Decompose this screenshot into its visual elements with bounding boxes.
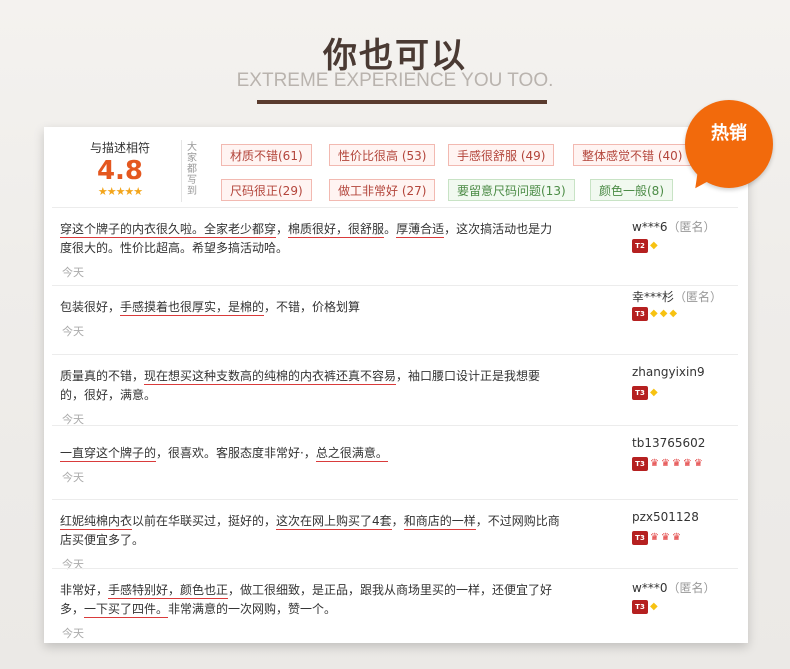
reviewer-username: 幸***杉 — [632, 290, 675, 304]
review-segment: 非常好， — [60, 583, 109, 597]
diamond-icon: ◆ — [650, 387, 658, 398]
level-badge-icon: T3 — [632, 457, 648, 471]
rating-label: 与描述相符 — [89, 141, 150, 155]
review-text: 包装很好，手感摸着也很厚实，是棉的，不错，价格划算 — [60, 298, 560, 317]
reviewer-level: T3 ◆ — [632, 385, 658, 401]
diamond-icon: ◆ — [650, 308, 658, 319]
reviewer-level: T3 ♛ ♛ ♛ ♛ ♛ — [632, 456, 703, 472]
review-text: 红妮纯棉内衣以前在华联买过，挺好的，这次在网上购买了4套，和商店的一样，不过网购… — [60, 512, 560, 550]
reviewer-name: tb13765602 — [632, 436, 705, 450]
level-badge-icon: T3 — [632, 531, 648, 545]
tag-item[interactable]: 尺码很正(29) — [221, 179, 312, 201]
review-text: 质量真的不错，现在想买这种支数高的纯棉的内衣裤还真不容易，袖口腰口设计正是我想要… — [60, 367, 560, 405]
reviewer-name: w***6（匿名） — [632, 218, 715, 235]
review-text: 非常好，手感特别好，颜色也正，做工很细致，是正品，跟我从商场里买的一样，还便宜了… — [60, 581, 560, 619]
review-text: 穿这个牌子的内衣很久啦。全家老少都穿，棉质很好，很舒服。厚薄合适，这次搞活动也是… — [60, 220, 560, 258]
anonymous-label: （匿名） — [667, 581, 716, 595]
crown-icon: ♛ — [682, 458, 692, 469]
review-segment: ，很喜欢。客服态度非常好·， — [156, 446, 316, 460]
reviewer-username: zhangyixin9 — [632, 365, 705, 379]
crown-icon: ♛ — [671, 458, 681, 469]
review-row: 一直穿这个牌子的，很喜欢。客服态度非常好·，总之很满意。今天 tb13765602… — [52, 425, 738, 500]
review-segment: 以前在华联买过，挺好的， — [132, 514, 277, 528]
review-highlight: 现在想买这种支数高的纯棉的内衣裤还真不容易 — [144, 369, 397, 385]
level-badge-icon: T3 — [632, 307, 648, 321]
reviewer-name: w***0（匿名） — [632, 579, 715, 596]
page-subtitle: EXTREME EXPERIENCE YOU TOO. — [236, 70, 554, 91]
review-highlight: 棉质很好，很舒服 — [288, 222, 385, 238]
tag-item[interactable]: 材质不错(61) — [221, 144, 312, 166]
crown-icon: ♛ — [650, 532, 659, 543]
level-badge-icon: T2 — [632, 239, 648, 253]
review-segment: 包装很好， — [60, 300, 121, 314]
tags-heading: 大家都写到 — [187, 142, 197, 197]
diamond-icon: ◆ — [669, 308, 678, 319]
crown-icon: ♛ — [693, 458, 703, 469]
review-segment: ， — [276, 222, 289, 236]
review-segment: ，不错，价格划算 — [264, 300, 361, 314]
reviewer-level: T3 ◆ ◆ ◆ — [632, 306, 677, 322]
review-highlight: 这次在网上购买了4套 — [276, 514, 392, 530]
reviewer-username: w***0 — [632, 581, 668, 595]
level-badge-icon: T3 — [632, 600, 648, 614]
crown-icon: ♛ — [650, 458, 659, 469]
reviewer-name: pzx501128 — [632, 510, 699, 524]
review-segment: 。 — [384, 222, 397, 236]
review-segment: 质量真的不错， — [60, 369, 145, 383]
level-badge-icon: T3 — [632, 386, 648, 400]
review-highlight: 全家老少都穿 — [204, 222, 277, 238]
review-date: 今天 — [62, 266, 84, 279]
review-highlight: 总之很满意。 — [315, 446, 388, 462]
review-segment: 非常满意的一次网购，赞一个。 — [168, 602, 337, 616]
reviewer-level: T2 ◆ — [632, 238, 658, 254]
review-highlight: 厚薄合适 — [396, 222, 445, 238]
review-highlight: 一直穿这个牌子的 — [60, 446, 157, 462]
review-row: 红妮纯棉内衣以前在华联买过，挺好的，这次在网上购买了4套，和商店的一样，不过网购… — [52, 499, 738, 571]
tag-item[interactable]: 性价比很高 (53) — [329, 144, 436, 166]
tags-divider — [181, 140, 182, 202]
reviewer-username: pzx501128 — [632, 510, 699, 524]
anonymous-label: （匿名） — [674, 290, 723, 304]
review-highlight: 手感特别好，颜色也正 — [108, 583, 229, 599]
tag-item[interactable]: 手感很舒服 (49) — [448, 144, 555, 166]
review-date: 今天 — [62, 471, 84, 484]
title-underline — [257, 100, 547, 104]
tag-item[interactable]: 整体感觉不错 (40) — [573, 144, 692, 166]
review-date: 今天 — [62, 325, 84, 338]
rating-score: 4.8 — [96, 156, 144, 186]
reviewer-name: 幸***杉（匿名） — [632, 288, 722, 305]
diamond-icon: ◆ — [650, 601, 658, 612]
rating-summary: 与描述相符 4.8 ★★★★★ — [62, 137, 178, 203]
anonymous-label: （匿名） — [667, 220, 716, 234]
hot-sale-badge: 热销 — [685, 100, 773, 188]
review-row: 质量真的不错，现在想买这种支数高的纯棉的内衣裤还真不容易，袖口腰口设计正是我想要… — [52, 354, 738, 426]
reviewer-level: T3 ♛ ♛ ♛ — [632, 530, 681, 546]
diamond-icon: ◆ — [659, 308, 668, 319]
reviewer-username: w***6 — [632, 220, 668, 234]
review-highlight: 穿这个牌子的内衣很久啦。 — [60, 222, 205, 238]
crown-icon: ♛ — [660, 458, 670, 469]
tag-item[interactable]: 要留意尺码问题(13) — [448, 179, 575, 201]
review-row: 非常好，手感特别好，颜色也正，做工很细致，是正品，跟我从商场里买的一样，还便宜了… — [52, 568, 738, 641]
review-highlight: 和商店的一样 — [403, 514, 476, 530]
reviewer-username: tb13765602 — [632, 436, 706, 450]
tag-item[interactable]: 颜色一般(8) — [590, 179, 673, 201]
tag-item[interactable]: 做工非常好 (27) — [329, 179, 436, 201]
reviewer-level: T3 ◆ — [632, 599, 658, 615]
crown-icon: ♛ — [660, 532, 670, 543]
diamond-icon: ◆ — [650, 240, 658, 251]
review-highlight: 一下买了四件。 — [84, 602, 169, 618]
crown-icon: ♛ — [671, 532, 681, 543]
review-segment: ， — [391, 514, 404, 528]
review-highlight: 红妮纯棉内衣 — [60, 514, 133, 530]
rating-stars-icon: ★★★★★ — [97, 185, 143, 198]
review-row: 穿这个牌子的内衣很久啦。全家老少都穿，棉质很好，很舒服。厚薄合适，这次搞活动也是… — [52, 207, 738, 286]
review-text: 一直穿这个牌子的，很喜欢。客服态度非常好·，总之很满意。 — [60, 444, 560, 463]
review-date: 今天 — [62, 627, 84, 640]
review-highlight: 手感摸着也很厚实，是棉的 — [120, 300, 265, 316]
review-row: 包装很好，手感摸着也很厚实，是棉的，不错，价格划算 今天 幸***杉（匿名） T3 ◆ ◆… — [52, 285, 738, 355]
reviewer-name: zhangyixin9 — [632, 365, 705, 379]
